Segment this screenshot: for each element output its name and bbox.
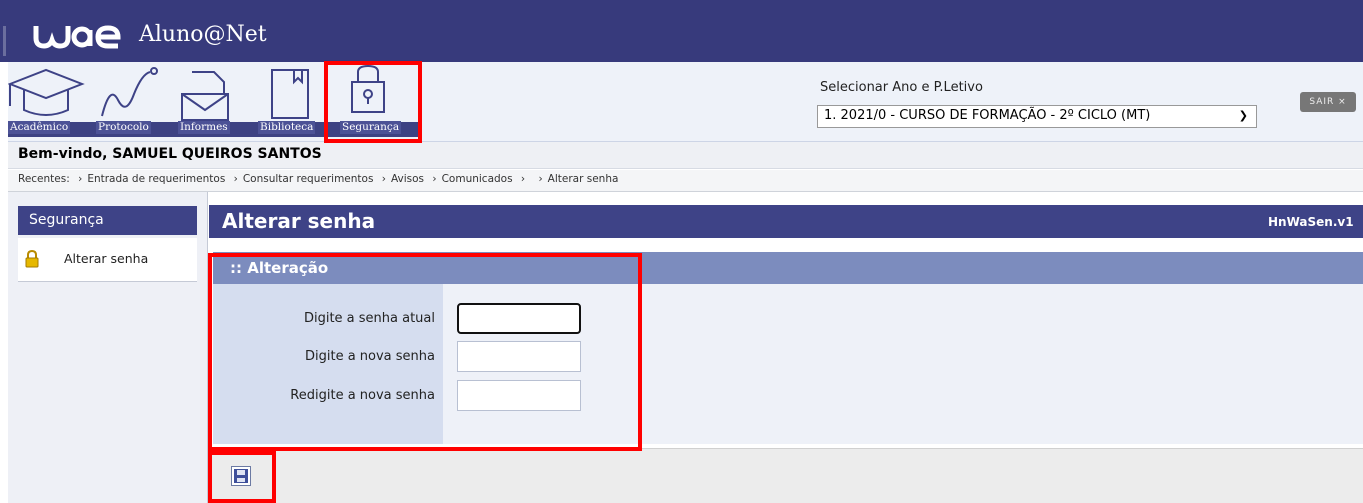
- sidebar-title: Segurança: [18, 206, 197, 235]
- separator-icon: ›: [520, 173, 526, 185]
- current-password-input[interactable]: [457, 303, 581, 334]
- current-password-label: Digite a senha atual: [303, 311, 435, 326]
- form-label-column: [213, 284, 443, 444]
- confirm-password-input[interactable]: [457, 380, 581, 411]
- toolbar-item-academico[interactable]: Acadêmico: [8, 62, 98, 142]
- toolbar-item-biblioteca[interactable]: Biblioteca: [258, 62, 328, 142]
- separator-icon: ›: [381, 173, 386, 185]
- separator-icon: ›: [538, 173, 543, 185]
- floppy-disk-icon: [234, 469, 248, 483]
- sidebar-item-alterar-senha[interactable]: Alterar senha: [18, 238, 197, 282]
- logout-button[interactable]: SAIR ×: [1300, 92, 1356, 112]
- toolbar-item-informes[interactable]: Informes: [178, 62, 258, 142]
- confirm-password-label: Redigite a nova senha: [290, 388, 435, 403]
- mail-icon: [181, 71, 229, 121]
- screen-code: HnWaSen.v1: [1268, 215, 1354, 229]
- graduation-cap-icon: [8, 68, 85, 116]
- zigzag-line-icon: [101, 67, 158, 117]
- sidebar-item-label: Alterar senha: [64, 251, 149, 266]
- period-select-value: 1. 2021/0 - CURSO DE FORMAÇÃO - 2º CICLO…: [824, 108, 1151, 123]
- recent-item[interactable]: Entrada de requerimentos: [87, 173, 225, 185]
- section-header: [213, 252, 1363, 284]
- book-icon: [271, 69, 309, 119]
- separator-icon: ›: [432, 173, 437, 185]
- toolbar-label-informes: Informes: [178, 121, 230, 134]
- toolbar-item-protocolo[interactable]: Protocolo: [96, 62, 176, 142]
- recent-label: Recentes:: [18, 173, 70, 185]
- chevron-down-icon: ❯: [1238, 109, 1248, 122]
- save-button[interactable]: [231, 466, 251, 486]
- recent-item[interactable]: Consultar requerimentos: [243, 173, 374, 185]
- toolbar-label-biblioteca: Biblioteca: [258, 121, 316, 134]
- period-label: Selecionar Ano e P.Letivo: [820, 80, 983, 95]
- separator-icon: ›: [78, 173, 83, 185]
- recent-item[interactable]: Alterar senha: [548, 173, 619, 185]
- toolbar-label-academico: Acadêmico: [8, 121, 71, 134]
- recent-item[interactable]: Comunicados: [442, 173, 513, 185]
- app-title: Aluno@Net: [139, 22, 267, 47]
- form-input-column: [443, 284, 1363, 444]
- section-title: :: Alteração: [230, 259, 329, 277]
- main-header: [209, 205, 1363, 238]
- toolbar-item-seguranca[interactable]: Segurança: [336, 62, 416, 142]
- period-select[interactable]: 1. 2021/0 - CURSO DE FORMAÇÃO - 2º CICLO…: [817, 105, 1257, 128]
- toolbar-label-seguranca: Segurança: [340, 121, 402, 134]
- padlock-icon: [351, 64, 385, 113]
- welcome-text: Bem-vindo, SAMUEL QUEIROS SANTOS: [18, 146, 322, 162]
- action-bar: [209, 448, 1363, 503]
- lock-icon: [25, 250, 39, 268]
- page-title: Alterar senha: [222, 209, 376, 233]
- uae-logo: [33, 25, 121, 49]
- new-password-label: Digite a nova senha: [304, 349, 435, 364]
- breadcrumb: Recentes: › Entrada de requerimentos › Con…: [18, 173, 618, 185]
- separator-icon: ›: [233, 173, 238, 185]
- new-password-input[interactable]: [457, 341, 581, 372]
- recent-item[interactable]: Avisos: [391, 173, 424, 185]
- toolbar-label-protocolo: Protocolo: [96, 121, 151, 134]
- window-grip: [3, 26, 6, 56]
